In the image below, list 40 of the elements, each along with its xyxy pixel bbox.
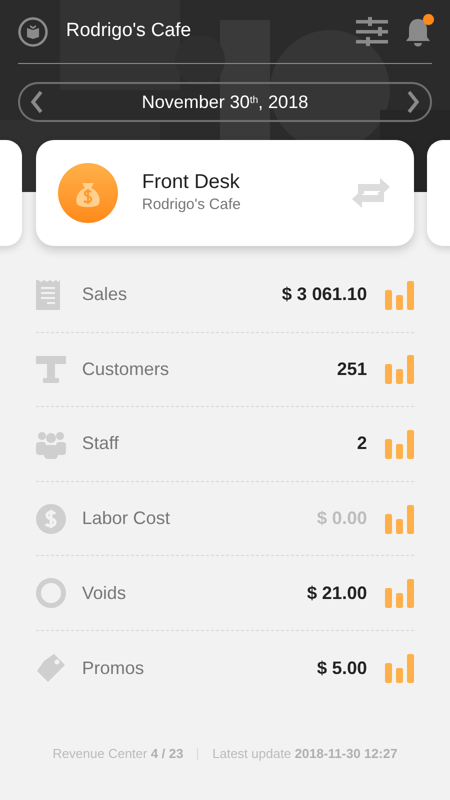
- logo-icon: [18, 16, 48, 46]
- metric-label: Voids: [82, 582, 126, 605]
- metric-label: Labor Cost: [82, 507, 170, 530]
- bar-chart-icon: [385, 578, 414, 608]
- metric-value: $ 3 061.10: [282, 283, 367, 306]
- chevron-right-icon: [406, 90, 420, 114]
- bar-chart-icon: [385, 428, 414, 459]
- metric-label: Sales: [82, 283, 128, 306]
- date-label: November 30$^{th}$, 2018: [142, 90, 308, 114]
- table-icon: [36, 354, 66, 384]
- chart-button[interactable]: [385, 280, 414, 310]
- money-bag-icon: [58, 163, 118, 223]
- tag-icon: [36, 653, 66, 684]
- ring-icon: [36, 578, 66, 608]
- card-subtitle: Rodrigo's Cafe: [142, 194, 241, 215]
- metric-label: Promos: [82, 656, 144, 680]
- chart-button[interactable]: [385, 504, 414, 534]
- chart-button[interactable]: [385, 578, 414, 608]
- card-title: Front Desk: [142, 170, 241, 194]
- bar-chart-icon: [385, 354, 414, 384]
- metric-value: 251: [336, 358, 367, 381]
- chart-button[interactable]: [385, 653, 414, 684]
- metric-value: 2: [356, 432, 367, 456]
- chevron-left-icon: [30, 90, 44, 114]
- metric-value: $ 21.00: [306, 582, 367, 605]
- bell-icon: [404, 16, 432, 46]
- filter-button[interactable]: [356, 17, 388, 46]
- revenue-center-card[interactable]: Front Desk Rodrigo's Cafe: [36, 140, 414, 246]
- bar-chart-icon: [385, 653, 414, 684]
- chart-button[interactable]: [385, 354, 414, 384]
- metric-value: $ 5.00: [316, 656, 367, 680]
- settings-icon: [356, 17, 388, 46]
- metric-label: Staff: [82, 432, 119, 456]
- chart-button[interactable]: [385, 428, 414, 459]
- bar-chart-icon: [385, 280, 414, 310]
- venue-title: Rodrigo's Cafe: [66, 19, 192, 44]
- metric-label: Customers: [82, 358, 170, 381]
- notifications-button[interactable]: [404, 16, 432, 46]
- dollar-icon: [36, 504, 66, 534]
- bar-chart-icon: [385, 504, 414, 534]
